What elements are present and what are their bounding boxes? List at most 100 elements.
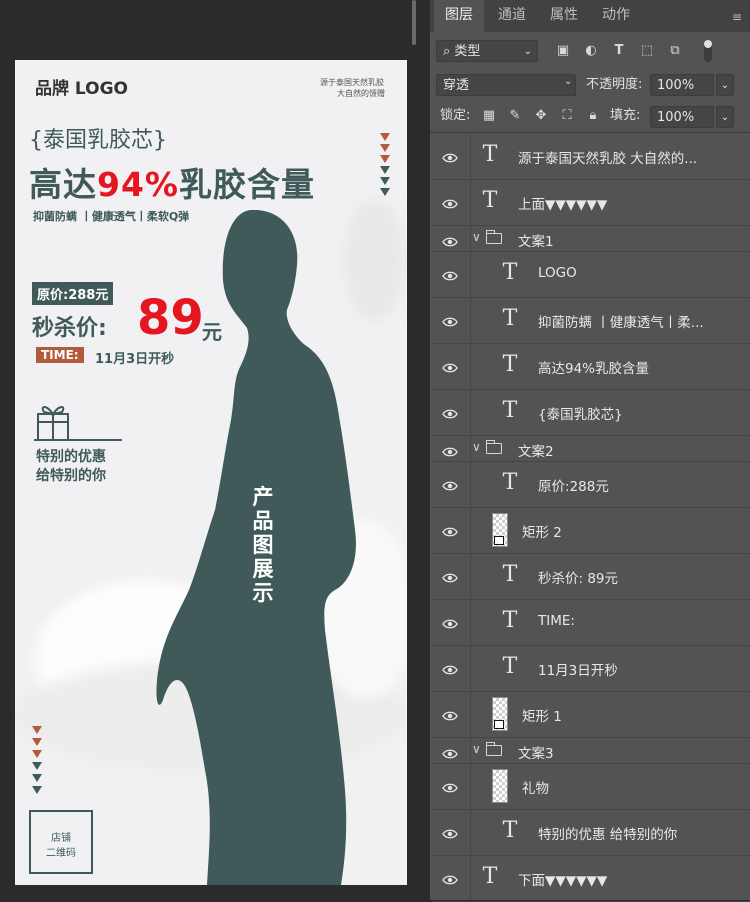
blend-mode-select[interactable]: 穿透 [436,74,576,96]
layer-row[interactable]: T 秒杀价: 89元 [432,554,750,600]
tagline-line-2: 大自然的馈赠 [337,89,385,98]
visibility-eye-icon[interactable] [442,745,458,759]
folder-icon [486,440,502,454]
layer-row[interactable]: T 源于泰国天然乳胶 大自然的... [432,134,750,180]
layer-row[interactable]: T 原价:288元 [432,462,750,508]
layer-row[interactable]: T LOGO [432,252,750,298]
tab-actions[interactable]: 动作 [590,0,642,32]
text-layer-icon: T [502,608,518,633]
text-layer-icon: T [502,306,518,331]
visibility-eye-icon[interactable] [442,523,458,537]
folder-icon [486,230,502,244]
layer-name: 原价:288元 [538,479,609,495]
layer-row[interactable]: 矩形 1 [432,692,750,738]
visibility-eye-icon[interactable] [442,359,458,373]
headline-suffix: 乳胶含量 [179,165,315,204]
visibility-eye-icon[interactable] [442,477,458,491]
layer-row[interactable]: 礼物 [432,764,750,810]
layer-group-row[interactable]: ∨ 文案1 [432,226,750,252]
layer-name: 秒杀价: 89元 [538,571,619,587]
lock-move-icon[interactable]: ✥ [532,105,550,127]
gift-icon [34,406,122,441]
headline-small: {泰国乳胶芯} [29,128,167,153]
visibility-eye-icon[interactable] [442,313,458,327]
chevron-down-icon[interactable]: ∨ [472,742,481,756]
visibility-eye-icon[interactable] [442,779,458,793]
layers-panel: 图层 通道 属性 动作 ≡ ⌕ 类型 ⌄ ▣ ◐ T ⬚ ⧉ 穿透 ⌄ 不透明度… [430,0,750,902]
lock-artboard-icon[interactable]: ⛶ [558,105,576,127]
layer-name: 文案1 [518,234,554,250]
layer-filter-row: ⌕ 类型 ⌄ ▣ ◐ T ⬚ ⧉ [430,38,750,66]
fill-dropdown[interactable]: ⌄ [716,106,734,128]
filter-adjustment-icon[interactable]: ◐ [582,40,600,62]
layer-group-row[interactable]: ∨ 文案3 [432,738,750,764]
lock-all-icon[interactable]: 🔒︎ [584,105,602,127]
lock-transparent-icon[interactable]: ▦ [480,105,498,127]
visibility-eye-icon[interactable] [442,233,458,247]
filter-pixel-icon[interactable]: ▣ [554,40,572,62]
layer-name: 文案2 [518,444,554,460]
panel-separator [430,132,750,133]
visibility-eye-icon[interactable] [442,149,458,163]
opacity-dropdown[interactable]: ⌄ [716,74,734,96]
brand-logo: 品牌 LOGO [35,79,129,99]
filter-shape-icon[interactable]: ⬚ [638,40,656,62]
layer-name: 矩形 2 [522,525,562,541]
tab-layers[interactable]: 图层 [434,0,484,32]
blend-row: 穿透 ⌄ 不透明度: 100% ⌄ [430,72,750,98]
layer-row[interactable]: T 高达94%乳胶含量 [432,344,750,390]
layer-row[interactable]: T 11月3日开秒 [432,646,750,692]
visibility-eye-icon[interactable] [442,615,458,629]
arrow-down-icon [32,786,42,794]
panel-menu-icon[interactable]: ≡ [732,10,742,24]
document-canvas[interactable]: 品牌 LOGO 源于泰国天然乳胶 大自然的馈赠 {泰国乳胶芯} 高达94%乳胶含… [0,0,430,900]
filter-type-icon[interactable]: T [610,40,628,62]
arrow-down-icon [32,726,42,734]
layer-name: 文案3 [518,746,554,762]
qr-code-box: 店铺 二维码 [29,810,93,874]
filter-toggle[interactable] [704,40,712,62]
gift-line-2: 给特别的你 [36,468,106,484]
tab-properties[interactable]: 属性 [540,0,588,32]
layer-row[interactable]: T {泰国乳胶芯} [432,390,750,436]
arrow-down-icon [32,774,42,782]
tab-channels[interactable]: 通道 [486,0,538,32]
layer-name: 源于泰国天然乳胶 大自然的... [518,151,698,167]
filter-kind-select[interactable]: ⌕ 类型 ⌄ [436,40,538,62]
visibility-eye-icon[interactable] [442,825,458,839]
sale-price-value: 89 [137,290,204,346]
folder-icon [486,742,502,756]
visibility-eye-icon[interactable] [442,569,458,583]
canvas-scrollbar[interactable] [412,0,416,45]
fill-input[interactable]: 100% [650,106,714,128]
arrow-down-icon [380,177,390,185]
visibility-eye-icon[interactable] [442,871,458,885]
product-caption: 产品图展示 [252,485,274,605]
chevron-down-icon[interactable]: ∨ [472,440,481,454]
visibility-eye-icon[interactable] [442,707,458,721]
visibility-eye-icon[interactable] [442,661,458,675]
lock-brush-icon[interactable]: ✎ [506,105,524,127]
layers-list: T 源于泰国天然乳胶 大自然的... T 上面▼▼▼▼▼▼ ∨ 文案1 T LOGO T 抑菌防螨… [430,134,750,902]
layer-row[interactable]: T 特别的优惠 给特别的你 [432,810,750,856]
layer-row[interactable]: T 抑菌防螨 丨健康透气丨柔... [432,298,750,344]
chevron-down-icon[interactable]: ∨ [472,230,481,244]
visibility-eye-icon[interactable] [442,195,458,209]
opacity-input[interactable]: 100% [650,74,714,96]
layer-row[interactable]: T TIME: [432,600,750,646]
filter-smart-object-icon[interactable]: ⧉ [666,40,684,62]
poster-artboard[interactable]: 品牌 LOGO 源于泰国天然乳胶 大自然的馈赠 {泰国乳胶芯} 高达94%乳胶含… [15,60,407,885]
filter-kind-value: 类型 [454,44,481,59]
visibility-eye-icon[interactable] [442,405,458,419]
layer-row[interactable]: 矩形 2 [432,508,750,554]
layer-group-row[interactable]: ∨ 文案2 [432,436,750,462]
text-layer-icon: T [502,398,518,423]
arrow-down-icon [32,738,42,746]
visibility-eye-icon[interactable] [442,267,458,281]
layer-row[interactable]: T 上面▼▼▼▼▼▼ [432,180,750,226]
layer-name: 矩形 1 [522,709,562,725]
image-thumbnail [492,769,508,803]
visibility-eye-icon[interactable] [442,443,458,457]
layer-row[interactable]: T 下面▼▼▼▼▼▼ [432,856,750,902]
layer-name: 11月3日开秒 [538,663,618,679]
